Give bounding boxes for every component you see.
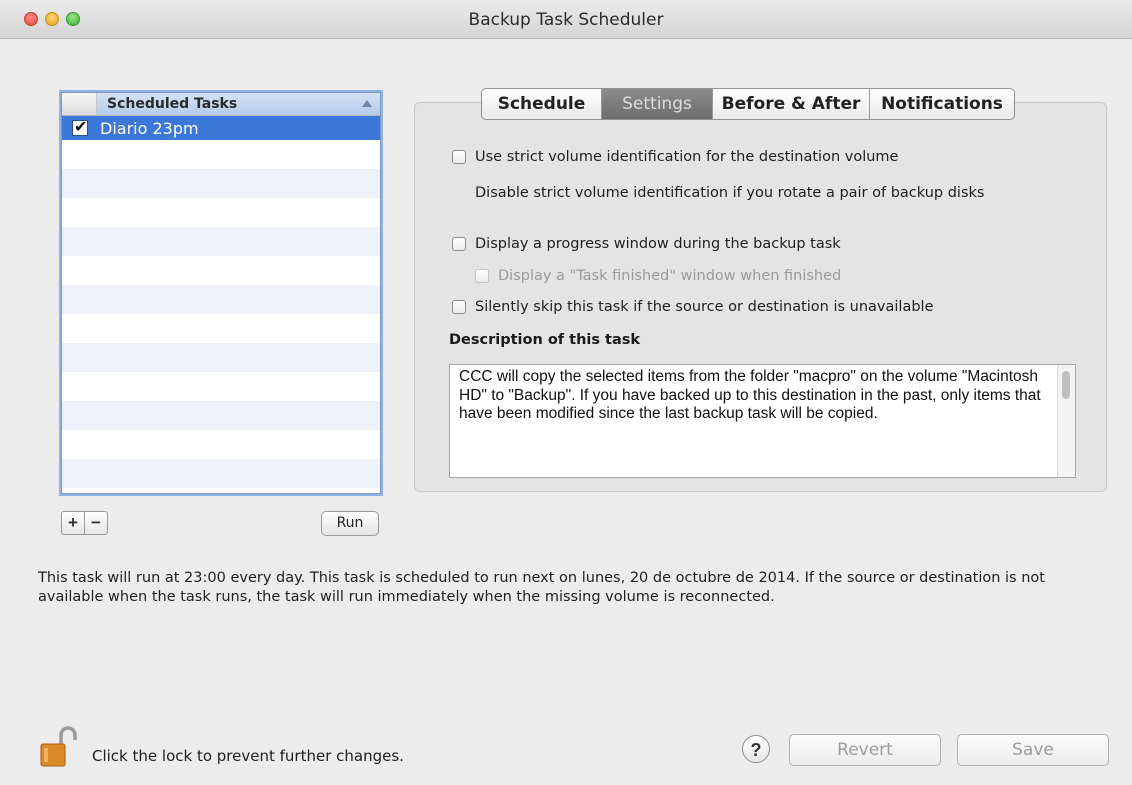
empty-row (62, 372, 380, 401)
empty-row (62, 401, 380, 430)
scheduled-tasks-header-label: Scheduled Tasks (107, 96, 238, 112)
window-title: Backup Task Scheduler (468, 10, 664, 30)
empty-row (62, 140, 380, 169)
task-finished-label: Display a "Task finished" window when fi… (498, 268, 842, 284)
empty-row (62, 227, 380, 256)
empty-row (62, 459, 380, 488)
task-enabled-checkbox[interactable] (72, 117, 88, 136)
skip-unavailable-option[interactable]: Silently skip this task if the source or… (452, 299, 934, 315)
revert-button[interactable]: Revert (789, 734, 941, 766)
task-name: Diario 23pm (100, 118, 199, 138)
task-row[interactable]: Diario 23pm (62, 116, 380, 140)
empty-row (62, 285, 380, 314)
progress-window-option[interactable]: Display a progress window during the bac… (452, 236, 841, 252)
title-bar[interactable]: Backup Task Scheduler (0, 0, 1132, 39)
tab-bar: Schedule Settings Before & After Notific… (481, 88, 1015, 120)
backup-task-scheduler-window: Backup Task Scheduler Scheduled Tasks Di… (0, 0, 1132, 785)
empty-row (62, 256, 380, 285)
strict-volume-checkbox[interactable] (452, 150, 466, 164)
task-finished-checkbox (475, 269, 489, 283)
add-task-button[interactable]: + (62, 512, 84, 534)
list-edit-buttons: + − (61, 511, 108, 535)
task-description-textarea[interactable]: CCC will copy the selected items from th… (449, 364, 1076, 478)
skip-unavailable-label: Silently skip this task if the source or… (475, 299, 934, 315)
strict-volume-note: Disable strict volume identification if … (475, 185, 985, 201)
tab-settings[interactable]: Settings (601, 89, 712, 119)
progress-window-checkbox[interactable] (452, 237, 466, 251)
empty-row (62, 430, 380, 459)
tab-schedule[interactable]: Schedule (482, 89, 601, 119)
task-finished-option: Display a "Task finished" window when fi… (475, 268, 841, 284)
empty-row (62, 343, 380, 372)
checkbox-column-header[interactable] (62, 93, 97, 115)
skip-unavailable-checkbox[interactable] (452, 300, 466, 314)
task-description-text[interactable]: CCC will copy the selected items from th… (459, 368, 1049, 424)
progress-window-label: Display a progress window during the bac… (475, 236, 841, 252)
run-task-button[interactable]: Run (321, 511, 379, 536)
lock-icon[interactable] (39, 726, 81, 768)
description-scroll-thumb[interactable] (1062, 371, 1070, 399)
scheduled-tasks-column-header[interactable]: Scheduled Tasks (97, 93, 380, 115)
empty-row (62, 169, 380, 198)
remove-task-button[interactable]: − (84, 512, 107, 534)
save-button[interactable]: Save (957, 734, 1109, 766)
description-heading: Description of this task (449, 332, 641, 348)
empty-row (62, 314, 380, 343)
lock-message: Click the lock to prevent further change… (92, 747, 404, 765)
tab-before-after[interactable]: Before & After (712, 89, 869, 119)
strict-volume-option[interactable]: Use strict volume identification for the… (452, 149, 898, 165)
schedule-summary: This task will run at 23:00 every day. T… (38, 570, 1045, 605)
tab-notifications[interactable]: Notifications (869, 89, 1014, 119)
sort-ascending-icon (362, 100, 372, 107)
tasks-table-header: Scheduled Tasks (62, 93, 380, 116)
scheduled-tasks-list[interactable]: Scheduled Tasks Diario 23pm (61, 92, 381, 494)
strict-volume-label: Use strict volume identification for the… (475, 149, 899, 165)
empty-row (62, 198, 380, 227)
help-button[interactable]: ? (742, 735, 770, 763)
description-scrollbar[interactable] (1057, 365, 1075, 477)
